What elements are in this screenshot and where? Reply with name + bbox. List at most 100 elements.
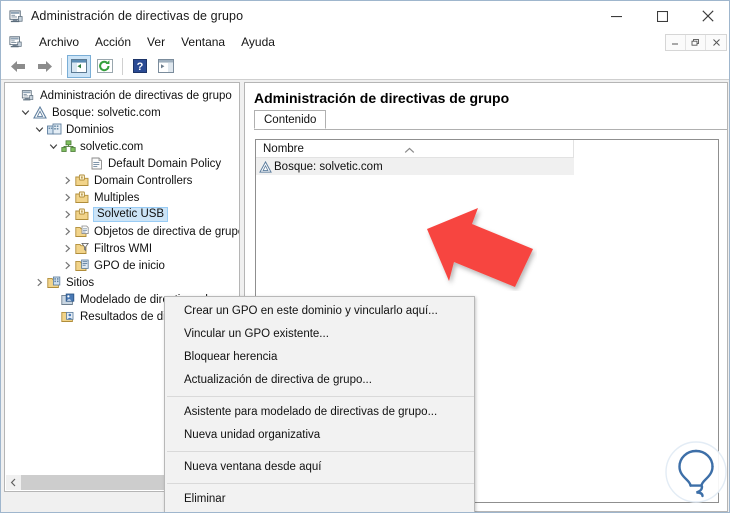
tree-item-solvetic-usb[interactable]: Solvetic USB <box>5 206 239 223</box>
tree-item-label: Bosque: solvetic.com <box>52 106 161 119</box>
tree-item-solvetic-com[interactable]: solvetic.com <box>5 138 239 155</box>
ou-icon <box>74 190 90 205</box>
tree-item-default-domain-policy[interactable]: Default Domain Policy <box>5 155 239 172</box>
help-icon[interactable]: ? <box>128 55 152 78</box>
menu-item-vincular-gpo[interactable]: Vincular un GPO existente... <box>165 323 474 346</box>
menu-archivo[interactable]: Archivo <box>31 33 87 51</box>
list-column-header: Nombre <box>256 139 574 159</box>
wmi-filter-icon <box>74 241 90 256</box>
tab-contenido[interactable]: Contenido <box>254 110 327 129</box>
domains-icon <box>46 122 62 137</box>
tree-item-bosque[interactable]: Bosque: solvetic.com <box>5 104 239 121</box>
tree-item-objetos-directiva-grupo[interactable]: Objetos de directiva de grupo <box>5 223 239 240</box>
chevron-right-icon[interactable] <box>61 261 74 270</box>
menu-item-actualizacion-directiva[interactable]: Actualización de directiva de grupo... <box>165 369 474 392</box>
menu-item-asistente-modelado[interactable]: Asistente para modelado de directivas de… <box>165 401 474 424</box>
chevron-right-icon[interactable] <box>61 210 74 219</box>
tab-strip: Contenido <box>254 110 727 130</box>
gpo-folder-icon <box>74 224 90 239</box>
tree-item-sitios[interactable]: Sitios <box>5 274 239 291</box>
list-item[interactable]: Bosque: solvetic.com <box>256 158 574 175</box>
menu-ventana[interactable]: Ventana <box>173 33 233 51</box>
tree-item-label: Administración de directivas de grupo <box>40 89 232 102</box>
toolbar-separator <box>61 57 62 75</box>
ou-icon <box>74 207 90 222</box>
tree-item-root[interactable]: Administración de directivas de grupo <box>5 87 239 104</box>
mdi-close-button[interactable] <box>706 35 726 50</box>
tree-item-multiples[interactable]: Multiples <box>5 189 239 206</box>
window-title: Administración de directivas de grupo <box>31 9 244 23</box>
menu-separator <box>167 396 474 397</box>
chevron-right-icon[interactable] <box>61 193 74 202</box>
svg-text:?: ? <box>137 61 144 73</box>
mmc-console-icon <box>20 88 36 103</box>
back-icon[interactable] <box>6 55 30 78</box>
modeling-icon <box>60 292 76 307</box>
menu-bar: Archivo Acción Ver Ventana Ayuda <box>1 31 729 53</box>
gpo-icon <box>88 156 104 171</box>
starter-gpo-icon <box>74 258 90 273</box>
domain-icon <box>60 139 76 154</box>
menu-ver[interactable]: Ver <box>139 33 173 51</box>
minimize-button[interactable] <box>593 1 639 31</box>
list-item-label: Bosque: solvetic.com <box>274 160 383 173</box>
tree-item-gpo-inicio[interactable]: GPO de inicio <box>5 257 239 274</box>
show-hide-tree-icon[interactable] <box>67 54 91 78</box>
menu-item-nueva-unidad-organizativa[interactable]: Nueva unidad organizativa <box>165 424 474 447</box>
mmc-console-icon <box>9 9 24 24</box>
title-bar: Administración de directivas de grupo <box>1 1 729 31</box>
page-title: Administración de directivas de grupo <box>254 90 510 106</box>
close-button[interactable] <box>685 1 729 31</box>
tree-item-label: solvetic.com <box>80 140 144 153</box>
chevron-right-icon[interactable] <box>61 227 74 236</box>
toolbar: ? <box>1 53 729 80</box>
chevron-right-icon[interactable] <box>33 278 46 287</box>
chevron-right-icon[interactable] <box>61 176 74 185</box>
window-controls <box>593 1 729 31</box>
mdi-restore-button[interactable] <box>686 35 706 50</box>
tree-item-label: Domain Controllers <box>94 174 193 187</box>
tree-item-label: Multiples <box>94 191 140 204</box>
tree-item-domain-controllers[interactable]: Domain Controllers <box>5 172 239 189</box>
show-action-pane-icon[interactable] <box>154 55 178 78</box>
forest-icon <box>256 160 274 173</box>
refresh-icon[interactable] <box>93 55 117 78</box>
chevron-down-icon[interactable] <box>33 125 46 134</box>
results-icon <box>60 309 76 324</box>
chevron-left-icon[interactable] <box>6 475 21 490</box>
sites-icon <box>46 275 62 290</box>
group-policy-management-window: Administración de directivas de grupo Ar… <box>0 0 730 513</box>
content-area: Administración de directivas de grupo Bo… <box>1 80 729 512</box>
tree-item-label: Default Domain Policy <box>108 157 222 170</box>
column-header-nombre[interactable]: Nombre <box>256 139 574 158</box>
tree-item-filtros-wmi[interactable]: Filtros WMI <box>5 240 239 257</box>
mmc-console-icon <box>9 35 23 49</box>
menu-ayuda[interactable]: Ayuda <box>233 33 283 51</box>
tree-item-label: GPO de inicio <box>94 259 165 272</box>
mdi-window-controls <box>665 34 727 51</box>
tree-item-label: Dominios <box>66 123 114 136</box>
forest-icon <box>32 105 48 120</box>
chevron-down-icon[interactable] <box>47 142 60 151</box>
maximize-button[interactable] <box>639 1 685 31</box>
tree-item-label: Filtros WMI <box>94 242 153 255</box>
mdi-minimize-button[interactable] <box>666 35 686 50</box>
menu-item-crear-gpo[interactable]: Crear un GPO en este dominio y vincularl… <box>165 300 474 323</box>
chevron-down-icon[interactable] <box>19 108 32 117</box>
tree-list: Administración de directivas de grupo Bo… <box>5 83 239 325</box>
lightbulb-icon <box>664 440 728 509</box>
menu-accion[interactable]: Acción <box>87 33 139 51</box>
tree-item-label: Solvetic USB <box>93 207 169 222</box>
red-arrow-pointer <box>425 207 537 296</box>
toolbar-separator <box>122 57 123 75</box>
tree-item-dominios[interactable]: Dominios <box>5 121 239 138</box>
forward-icon[interactable] <box>32 55 56 78</box>
menu-item-eliminar[interactable]: Eliminar <box>165 488 474 511</box>
chevron-right-icon[interactable] <box>61 244 74 253</box>
sort-ascending-icon <box>404 141 415 159</box>
menu-separator <box>167 451 474 452</box>
menu-item-nueva-ventana[interactable]: Nueva ventana desde aquí <box>165 456 474 479</box>
menu-separator <box>167 483 474 484</box>
menu-item-bloquear-herencia[interactable]: Bloquear herencia <box>165 346 474 369</box>
tree-item-label: Sitios <box>66 276 95 289</box>
